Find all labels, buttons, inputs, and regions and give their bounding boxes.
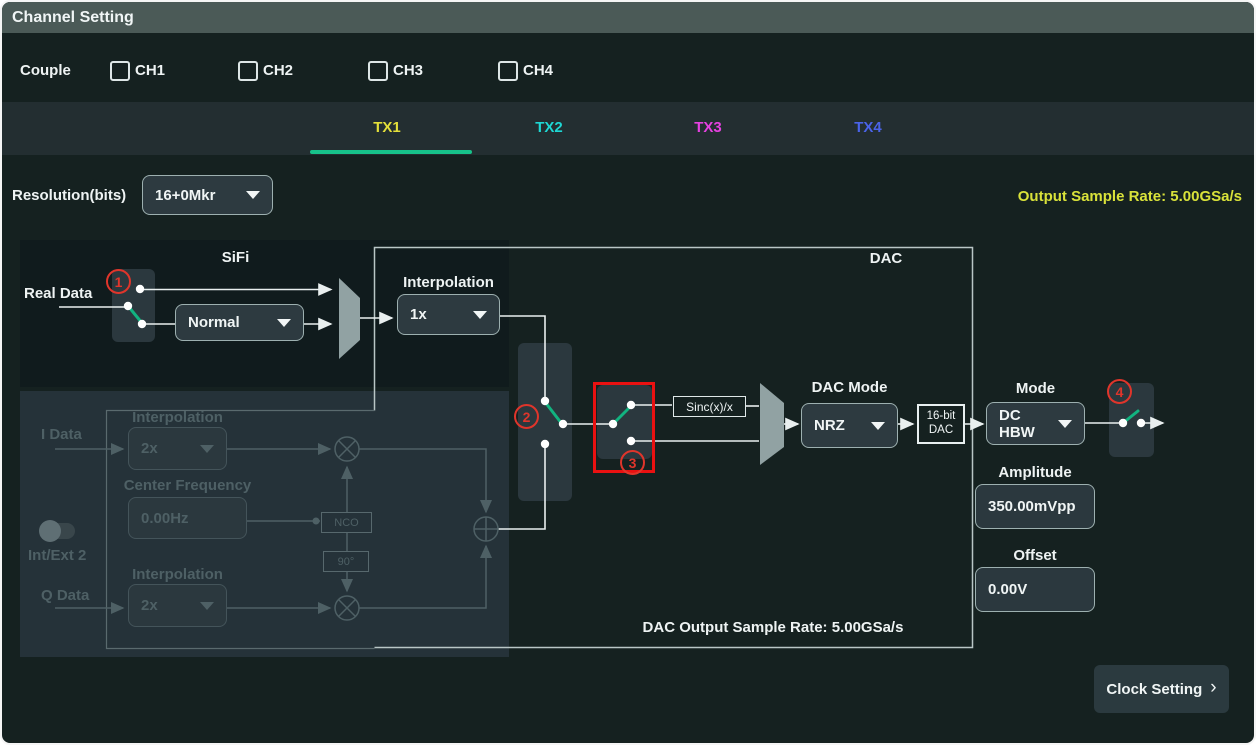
clock-setting-label: Clock Setting bbox=[1106, 681, 1202, 698]
dac-mode-value: NRZ bbox=[814, 417, 845, 434]
resolution-label: Resolution(bits) bbox=[12, 187, 126, 204]
channel-setting-window: Channel Setting Couple CH1 CH2 CH3 CH4 T… bbox=[0, 0, 1256, 745]
sinc-filter-box: Sinc(x)/x bbox=[673, 396, 746, 417]
chevron-down-icon bbox=[246, 191, 260, 199]
int-ext-2-label: Int/Ext 2 bbox=[28, 547, 86, 564]
dac-output-sample-rate: DAC Output Sample Rate: 5.00GSa/s bbox=[623, 619, 923, 636]
amplitude-value: 350.00mVpp bbox=[988, 498, 1076, 515]
iq-panel-disabled bbox=[20, 391, 509, 657]
tab-tx4[interactable]: TX4 bbox=[838, 119, 898, 136]
offset-label: Offset bbox=[975, 547, 1095, 564]
center-frequency-label: Center Frequency bbox=[115, 477, 260, 494]
offset-value: 0.00V bbox=[988, 581, 1027, 598]
checkbox-ch1[interactable] bbox=[110, 61, 130, 81]
resolution-value: 16+0Mkr bbox=[155, 187, 215, 204]
interpolation-i-label: Interpolation bbox=[128, 409, 227, 426]
tab-tx2[interactable]: TX2 bbox=[519, 119, 579, 136]
output-mode-dropdown[interactable]: DC HBW bbox=[986, 402, 1085, 445]
title-bar: Channel Setting bbox=[2, 2, 1254, 33]
tx-tab-strip bbox=[2, 102, 1254, 155]
checkbox-ch3[interactable] bbox=[368, 61, 388, 81]
resolution-dropdown[interactable]: 16+0Mkr bbox=[142, 175, 273, 215]
tab-tx1[interactable]: TX1 bbox=[357, 119, 417, 136]
chevron-down-icon bbox=[277, 319, 291, 327]
output-mode-value: DC HBW bbox=[999, 407, 1058, 441]
interpolation-q-dropdown[interactable]: 2x bbox=[128, 584, 227, 627]
checkbox-ch4[interactable] bbox=[498, 61, 518, 81]
center-frequency-value: 0.00Hz bbox=[141, 510, 189, 527]
nco-box: NCO bbox=[321, 512, 372, 533]
interpolation-label: Interpolation bbox=[397, 274, 500, 291]
callout-1: 1 bbox=[106, 269, 131, 294]
dac-chip-line2: DAC bbox=[929, 424, 953, 438]
tab-tx3[interactable]: TX3 bbox=[678, 119, 738, 136]
checkbox-ch2-label[interactable]: CH2 bbox=[263, 62, 293, 79]
q-data-label: Q Data bbox=[41, 587, 89, 604]
dac-chip-box: 16-bit DAC bbox=[917, 404, 965, 444]
dac-mode-label: DAC Mode bbox=[801, 379, 898, 396]
nco-label: NCO bbox=[334, 517, 358, 529]
chevron-down-icon bbox=[871, 422, 885, 430]
checkbox-ch4-label[interactable]: CH4 bbox=[523, 62, 553, 79]
sinc-filter-label: Sinc(x)/x bbox=[686, 400, 733, 414]
couple-label: Couple bbox=[20, 62, 71, 79]
sifi-mode-dropdown[interactable]: Normal bbox=[175, 304, 304, 341]
dac-mode-dropdown[interactable]: NRZ bbox=[801, 403, 898, 448]
chevron-down-icon bbox=[1058, 420, 1072, 428]
checkbox-ch1-label[interactable]: CH1 bbox=[135, 62, 165, 79]
dac-title: DAC bbox=[856, 250, 916, 267]
chevron-right-icon: › bbox=[1210, 677, 1216, 699]
sifi-title: SiFi bbox=[198, 249, 273, 266]
window-title: Channel Setting bbox=[12, 9, 134, 26]
mux-dac bbox=[760, 383, 784, 465]
checkbox-ch2[interactable] bbox=[238, 61, 258, 81]
chevron-down-icon bbox=[200, 602, 214, 610]
chevron-down-icon bbox=[473, 311, 487, 319]
interpolation-q-label: Interpolation bbox=[128, 566, 227, 583]
sifi-mode-value: Normal bbox=[188, 314, 240, 331]
output-sample-rate: Output Sample Rate: 5.00GSa/s bbox=[1018, 188, 1242, 205]
amplitude-label: Amplitude bbox=[975, 464, 1095, 481]
checkbox-ch3-label[interactable]: CH3 bbox=[393, 62, 423, 79]
dac-chip-line1: 16-bit bbox=[927, 410, 956, 424]
interpolation-dropdown[interactable]: 1x bbox=[397, 294, 500, 335]
clock-setting-button[interactable]: Clock Setting › bbox=[1094, 665, 1229, 713]
callout-4: 4 bbox=[1107, 379, 1132, 404]
int-ext-2-toggle[interactable] bbox=[41, 523, 75, 539]
amplitude-field[interactable]: 350.00mVpp bbox=[975, 484, 1095, 529]
callout-3: 3 bbox=[620, 450, 645, 475]
chevron-down-icon bbox=[200, 445, 214, 453]
interpolation-value: 1x bbox=[410, 306, 427, 323]
active-tab-underline bbox=[310, 150, 472, 154]
interpolation-q-value: 2x bbox=[141, 597, 158, 614]
interpolation-i-value: 2x bbox=[141, 440, 158, 457]
real-data-label: Real Data bbox=[24, 285, 92, 302]
toggle-knob bbox=[39, 520, 61, 542]
center-frequency-field[interactable]: 0.00Hz bbox=[128, 497, 247, 539]
phase-90-label: 90° bbox=[338, 556, 355, 568]
offset-field[interactable]: 0.00V bbox=[975, 567, 1095, 612]
callout-2: 2 bbox=[514, 404, 539, 429]
interpolation-i-dropdown[interactable]: 2x bbox=[128, 427, 227, 470]
output-mode-label: Mode bbox=[986, 380, 1085, 397]
i-data-label: I Data bbox=[41, 426, 82, 443]
phase-90-box: 90° bbox=[323, 551, 369, 572]
